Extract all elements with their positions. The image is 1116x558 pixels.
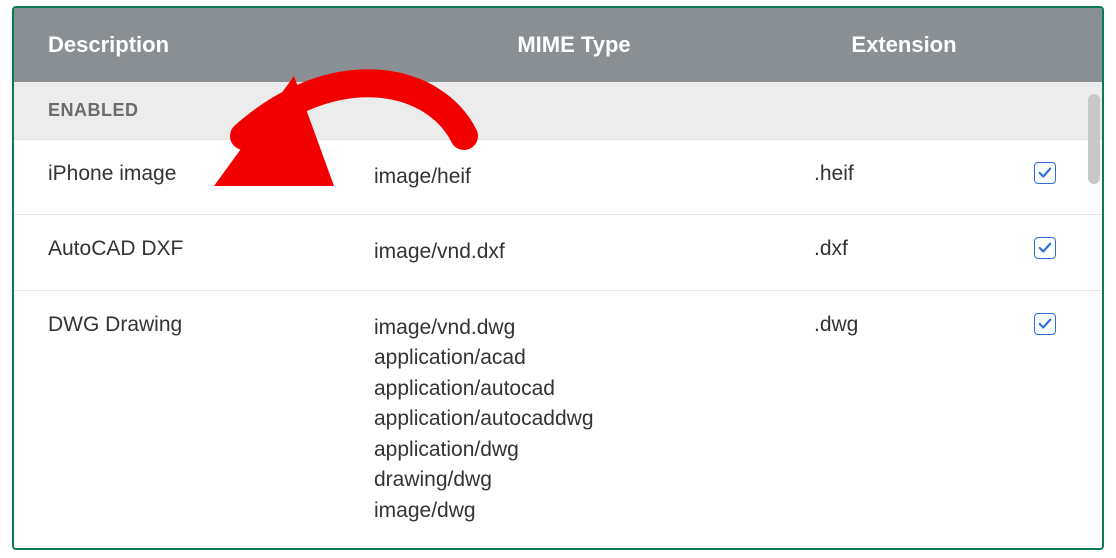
row-extension: .heif bbox=[774, 162, 1034, 186]
row-description: AutoCAD DXF bbox=[14, 237, 374, 261]
mime-value: image/dwg bbox=[374, 496, 774, 526]
table-header-row: Description MIME Type Extension bbox=[14, 8, 1102, 82]
row-mime-list: image/heif bbox=[374, 162, 774, 192]
table-row: DWG Drawing image/vnd.dwg application/ac… bbox=[14, 291, 1102, 548]
mime-value: image/vnd.dxf bbox=[374, 237, 774, 267]
enable-checkbox[interactable] bbox=[1034, 313, 1056, 335]
mime-value: application/dwg bbox=[374, 435, 774, 465]
mime-value: drawing/dwg bbox=[374, 465, 774, 495]
row-mime-list: image/vnd.dxf bbox=[374, 237, 774, 267]
group-header-enabled: ENABLED bbox=[14, 82, 1102, 140]
enable-checkbox[interactable] bbox=[1034, 237, 1056, 259]
row-extension: .dwg bbox=[774, 313, 1034, 337]
header-extension: Extension bbox=[774, 32, 1034, 58]
row-mime-list: image/vnd.dwg application/acad applicati… bbox=[374, 313, 774, 526]
table-row: iPhone image image/heif .heif bbox=[14, 140, 1102, 215]
header-checkbox-col bbox=[1034, 32, 1102, 58]
header-mime-type: MIME Type bbox=[374, 32, 774, 58]
row-description: DWG Drawing bbox=[14, 313, 374, 337]
mime-value: image/vnd.dwg bbox=[374, 313, 774, 343]
row-description: iPhone image bbox=[14, 162, 374, 186]
mime-value: application/autocaddwg bbox=[374, 404, 774, 434]
mime-value: application/acad bbox=[374, 343, 774, 373]
table-scroll-area[interactable]: Description MIME Type Extension ENABLED … bbox=[14, 8, 1102, 548]
checkmark-icon bbox=[1038, 317, 1052, 331]
enable-checkbox[interactable] bbox=[1034, 162, 1056, 184]
header-description: Description bbox=[14, 32, 374, 58]
mime-value: application/autocad bbox=[374, 374, 774, 404]
checkmark-icon bbox=[1038, 241, 1052, 255]
checkmark-icon bbox=[1038, 166, 1052, 180]
table-row: AutoCAD DXF image/vnd.dxf .dxf bbox=[14, 215, 1102, 290]
mime-value: image/heif bbox=[374, 162, 774, 192]
row-extension: .dxf bbox=[774, 237, 1034, 261]
mime-types-table: Description MIME Type Extension ENABLED … bbox=[12, 6, 1104, 550]
scrollbar-thumb[interactable] bbox=[1088, 94, 1100, 184]
